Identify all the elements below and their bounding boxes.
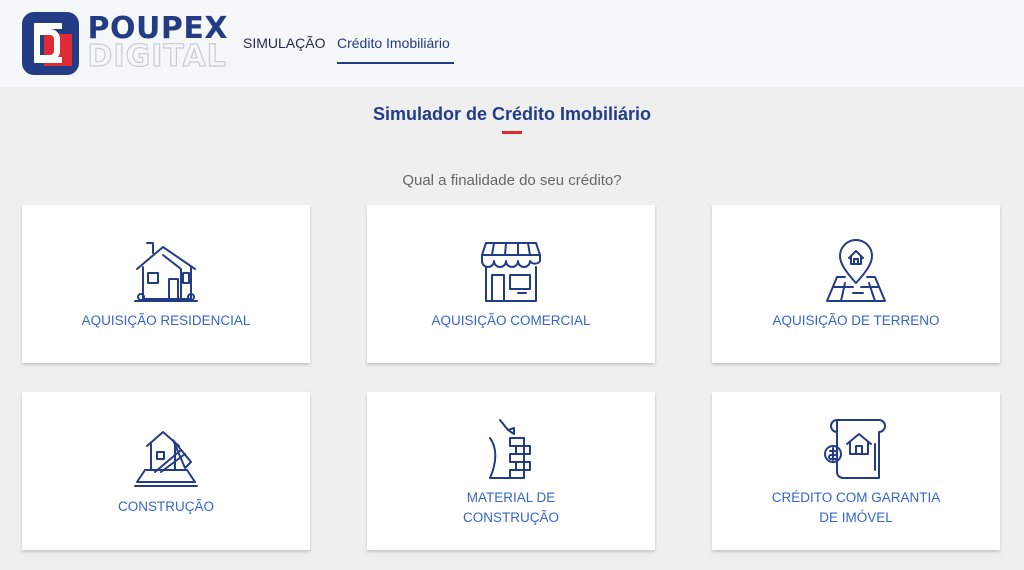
poupex-logo-mark-icon [22, 11, 79, 75]
option-card-aquisicao-comercial[interactable]: AQUISIÇÃO COMERCIAL [367, 205, 655, 363]
active-tab-indicator [337, 62, 454, 64]
brick-wall-icon [478, 416, 544, 482]
construction-blueprint-icon [133, 426, 199, 492]
house-icon [133, 239, 199, 305]
option-card-aquisicao-residencial[interactable]: AQUISIÇÃO RESIDENCIAL [22, 205, 310, 363]
option-card-aquisicao-terreno[interactable]: AQUISIÇÃO DE TERRENO [712, 205, 1000, 363]
nav-simulacao[interactable]: SIMULAÇÃO [243, 35, 325, 51]
poupex-logo[interactable]: POUPEX DIGITAL [22, 11, 228, 75]
title-underline [502, 131, 522, 134]
page-title: Simulador de Crédito Imobiliário [372, 104, 652, 124]
option-card-credito-garantia-imovel[interactable]: CRÉDITO COM GARANTIA DE IMÓVEL [712, 392, 1000, 550]
card-label: CRÉDITO COM GARANTIA DE IMÓVEL [771, 490, 941, 525]
nav-credito-imobiliario[interactable]: Crédito Imobiliário [337, 35, 450, 51]
card-label: AQUISIÇÃO RESIDENCIAL [81, 313, 251, 328]
logo-line-digital: DIGITAL [87, 39, 227, 74]
card-label: AQUISIÇÃO COMERCIAL [431, 313, 591, 328]
card-label: AQUISIÇÃO DE TERRENO [772, 313, 940, 328]
option-card-material-construcao[interactable]: MATERIAL DE CONSTRUÇÃO [367, 392, 655, 550]
map-pin-house-icon [823, 239, 889, 305]
property-document-money-icon [823, 416, 889, 482]
logo-wordmark: POUPEX DIGITAL [87, 14, 228, 74]
card-label: CONSTRUÇÃO [117, 499, 214, 514]
option-card-construcao[interactable]: CONSTRUÇÃO [22, 392, 310, 550]
storefront-icon [478, 239, 544, 305]
card-label: MATERIAL DE CONSTRUÇÃO [462, 490, 559, 525]
purpose-question: Qual a finalidade do seu crédito? [402, 172, 622, 189]
top-header: POUPEX DIGITAL SIMULAÇÃO Crédito Imobili… [0, 0, 1024, 87]
